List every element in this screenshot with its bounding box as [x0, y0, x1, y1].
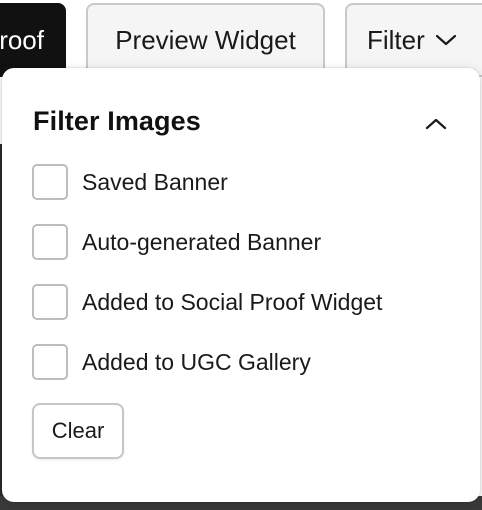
panel-title: Filter Images [33, 106, 201, 136]
filter-option-saved-banner[interactable]: Saved Banner [32, 164, 228, 200]
clear-button[interactable]: Clear [32, 403, 124, 459]
preview-widget-button[interactable]: Preview Widget [86, 3, 325, 77]
filter-button[interactable]: Filter [345, 3, 482, 77]
filter-option-ugc-gallery[interactable]: Added to UGC Gallery [32, 344, 311, 380]
social-proof-button-label: roof [0, 24, 44, 55]
checkbox-saved-banner[interactable] [32, 164, 68, 200]
social-proof-button[interactable]: roof [0, 3, 66, 77]
checkbox-auto-generated-banner[interactable] [32, 224, 68, 260]
filter-option-auto-generated-banner[interactable]: Auto-generated Banner [32, 224, 321, 260]
preview-widget-label: Preview Widget [115, 24, 296, 55]
chevron-up-icon[interactable] [424, 112, 448, 136]
chevron-down-icon [435, 33, 457, 47]
filter-button-label: Filter [367, 24, 425, 55]
filter-option-social-proof-widget[interactable]: Added to Social Proof Widget [32, 284, 382, 320]
checkbox-social-proof-widget[interactable] [32, 284, 68, 320]
option-label: Auto-generated Banner [82, 228, 322, 255]
filter-dropdown-panel: Filter Images Saved Banner Auto-generate… [2, 68, 480, 502]
option-label: Added to UGC Gallery [82, 348, 311, 375]
option-label: Saved Banner [82, 168, 228, 195]
option-label: Added to Social Proof Widget [82, 288, 383, 315]
checkbox-ugc-gallery[interactable] [32, 344, 68, 380]
